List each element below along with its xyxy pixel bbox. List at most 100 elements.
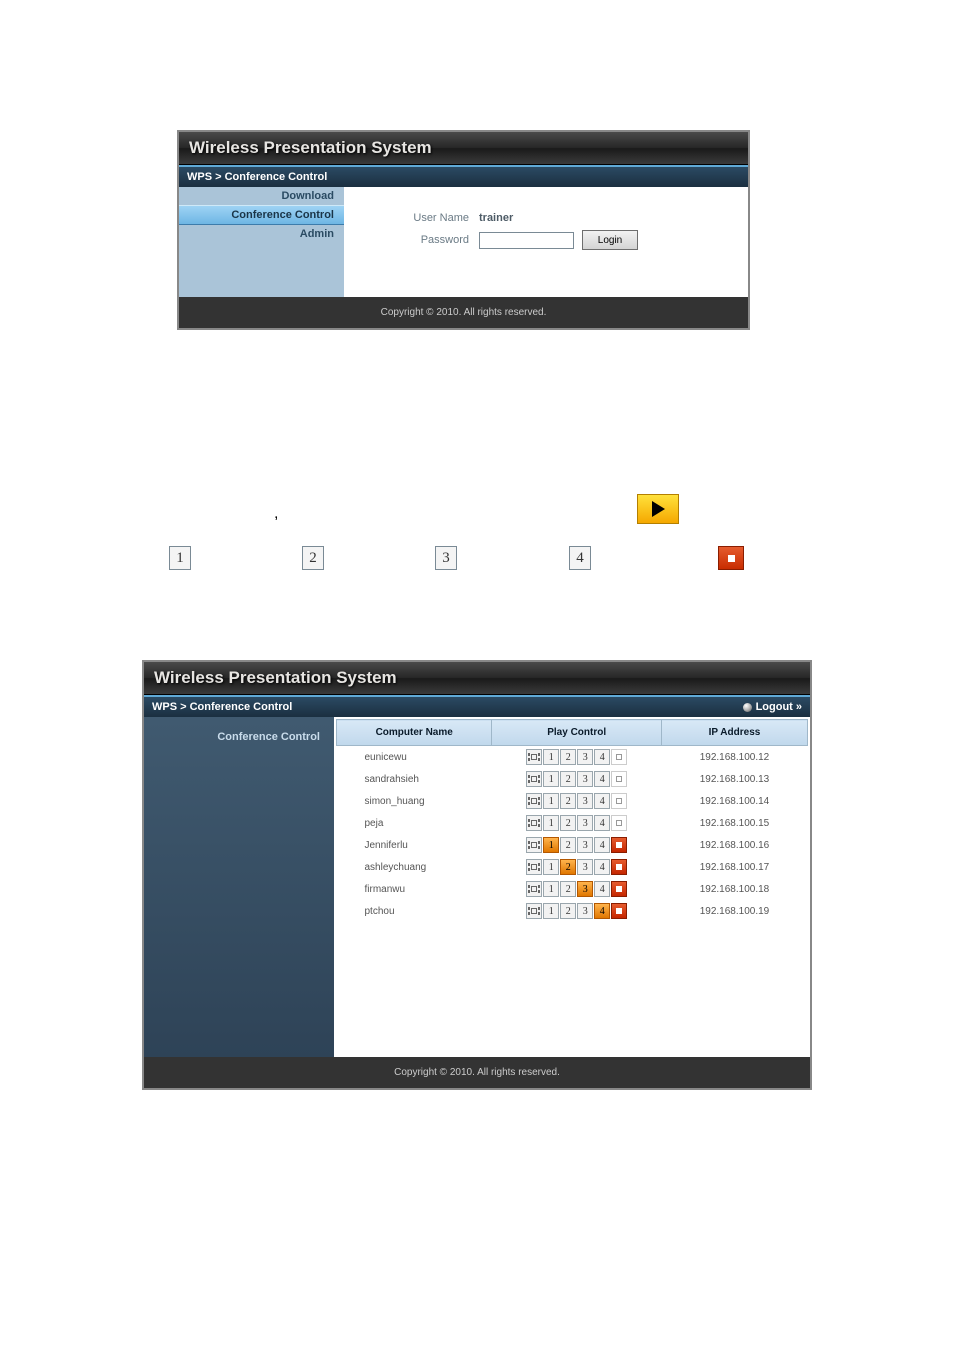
table-row: ptchou1234192.168.100.19: [337, 900, 808, 922]
side-nav: Download Conference Control Admin: [179, 187, 344, 297]
stop-square-icon: [616, 776, 622, 782]
breadcrumb-2: WPS > Conference Control: [152, 701, 292, 713]
play-icon[interactable]: [637, 494, 679, 524]
stop-button[interactable]: [611, 815, 627, 831]
quadrant-4-button[interactable]: 4: [594, 815, 610, 831]
fullscreen-button[interactable]: [526, 859, 542, 875]
quadrant-4-button[interactable]: 4: [594, 771, 610, 787]
quadrant-1-button[interactable]: 1: [543, 749, 559, 765]
quadrant-1-button[interactable]: 1: [543, 771, 559, 787]
quadrant-1-button[interactable]: 1: [543, 837, 559, 853]
quadrant-2-button[interactable]: 2: [560, 903, 576, 919]
fullscreen-button[interactable]: [526, 793, 542, 809]
cell-computer-name: sandrahsieh: [337, 768, 492, 790]
fullscreen-button[interactable]: [526, 903, 542, 919]
username-label: User Name: [384, 212, 469, 224]
quadrant-1-button[interactable]: 1: [169, 546, 191, 570]
clients-table: Computer Name Play Control IP Address eu…: [336, 719, 808, 922]
nav-admin[interactable]: Admin: [179, 225, 344, 243]
cell-play-control: 1234: [492, 900, 662, 922]
cell-ip-address: 192.168.100.17: [661, 856, 807, 878]
quadrant-4-button[interactable]: 4: [594, 749, 610, 765]
cell-play-control: 1234: [492, 834, 662, 856]
logout-label: Logout »: [756, 701, 802, 713]
stop-button[interactable]: [611, 793, 627, 809]
quadrant-2-button[interactable]: 2: [560, 815, 576, 831]
stop-button[interactable]: [611, 859, 627, 875]
quadrant-2-button[interactable]: 2: [560, 881, 576, 897]
quadrant-3-button[interactable]: 3: [577, 859, 593, 875]
quadrant-1-button[interactable]: 1: [543, 881, 559, 897]
login-panel: Wireless Presentation System WPS > Confe…: [177, 130, 750, 330]
cell-ip-address: 192.168.100.12: [661, 746, 807, 769]
quadrant-4-button[interactable]: 4: [594, 793, 610, 809]
cell-play-control: 1234: [492, 856, 662, 878]
quadrant-4-button[interactable]: 4: [594, 903, 610, 919]
stop-square-icon: [728, 555, 735, 562]
stop-square-icon: [616, 886, 622, 892]
quadrant-3-button[interactable]: 3: [577, 881, 593, 897]
fullscreen-button[interactable]: [526, 881, 542, 897]
cell-ip-address: 192.168.100.19: [661, 900, 807, 922]
cell-computer-name: ashleychuang: [337, 856, 492, 878]
cell-computer-name: eunicewu: [337, 746, 492, 769]
quadrant-3-button[interactable]: 3: [577, 815, 593, 831]
quadrant-2-button[interactable]: 2: [560, 749, 576, 765]
quadrant-1-button[interactable]: 1: [543, 793, 559, 809]
quadrant-4-button[interactable]: 4: [594, 859, 610, 875]
nav-conference-control[interactable]: Conference Control: [179, 205, 344, 225]
quadrant-2-button[interactable]: 2: [560, 793, 576, 809]
stop-square-icon: [616, 820, 622, 826]
col-play-control: Play Control: [492, 720, 662, 746]
fullscreen-button[interactable]: [526, 771, 542, 787]
quadrant-2-button[interactable]: 2: [560, 837, 576, 853]
footer-copyright: Copyright © 2010. All rights reserved.: [179, 297, 748, 328]
stop-button[interactable]: [611, 881, 627, 897]
quadrant-3-button[interactable]: 3: [577, 903, 593, 919]
quadrant-3-button[interactable]: 3: [577, 837, 593, 853]
quadrant-3-button[interactable]: 3: [577, 749, 593, 765]
password-input[interactable]: [479, 232, 574, 249]
quadrant-3-button[interactable]: 3: [435, 546, 457, 570]
nav-download[interactable]: Download: [179, 187, 344, 205]
fullscreen-button[interactable]: [526, 815, 542, 831]
nav2-conference-control[interactable]: Conference Control: [144, 731, 320, 743]
stop-button[interactable]: [611, 771, 627, 787]
stop-button[interactable]: [718, 546, 744, 570]
quadrant-1-button[interactable]: 1: [543, 815, 559, 831]
quadrant-3-button[interactable]: 3: [577, 771, 593, 787]
fullscreen-button[interactable]: [526, 837, 542, 853]
panel2-title: Wireless Presentation System: [144, 662, 810, 695]
table-row: firmanwu1234192.168.100.18: [337, 878, 808, 900]
table-row: sandrahsieh1234192.168.100.13: [337, 768, 808, 790]
quadrant-4-button[interactable]: 4: [594, 837, 610, 853]
quadrant-4-button[interactable]: 4: [569, 546, 591, 570]
stop-button[interactable]: [611, 903, 627, 919]
quadrant-4-button[interactable]: 4: [594, 881, 610, 897]
cell-computer-name: Jenniferlu: [337, 834, 492, 856]
quadrant-1-button[interactable]: 1: [543, 859, 559, 875]
table-row: peja1234192.168.100.15: [337, 812, 808, 834]
quadrant-2-button[interactable]: 2: [560, 859, 576, 875]
quadrant-2-button[interactable]: 2: [560, 771, 576, 787]
cell-ip-address: 192.168.100.15: [661, 812, 807, 834]
cell-play-control: 1234: [492, 878, 662, 900]
stop-button[interactable]: [611, 837, 627, 853]
logout-link[interactable]: Logout »: [743, 701, 802, 713]
stop-square-icon: [616, 754, 622, 760]
stop-square-icon: [616, 842, 622, 848]
cell-play-control: 1234: [492, 746, 662, 769]
stop-button[interactable]: [611, 749, 627, 765]
cell-play-control: 1234: [492, 790, 662, 812]
table-row: eunicewu1234192.168.100.12: [337, 746, 808, 769]
login-form: User Name trainer Password Login: [344, 187, 748, 297]
table-row: Jenniferlu1234192.168.100.16: [337, 834, 808, 856]
quadrant-3-button[interactable]: 3: [577, 793, 593, 809]
quadrant-1-button[interactable]: 1: [543, 903, 559, 919]
login-button[interactable]: Login: [582, 230, 638, 250]
table-row: simon_huang1234192.168.100.14: [337, 790, 808, 812]
quadrant-2-button[interactable]: 2: [302, 546, 324, 570]
stop-square-icon: [616, 864, 622, 870]
cell-ip-address: 192.168.100.18: [661, 878, 807, 900]
fullscreen-button[interactable]: [526, 749, 542, 765]
